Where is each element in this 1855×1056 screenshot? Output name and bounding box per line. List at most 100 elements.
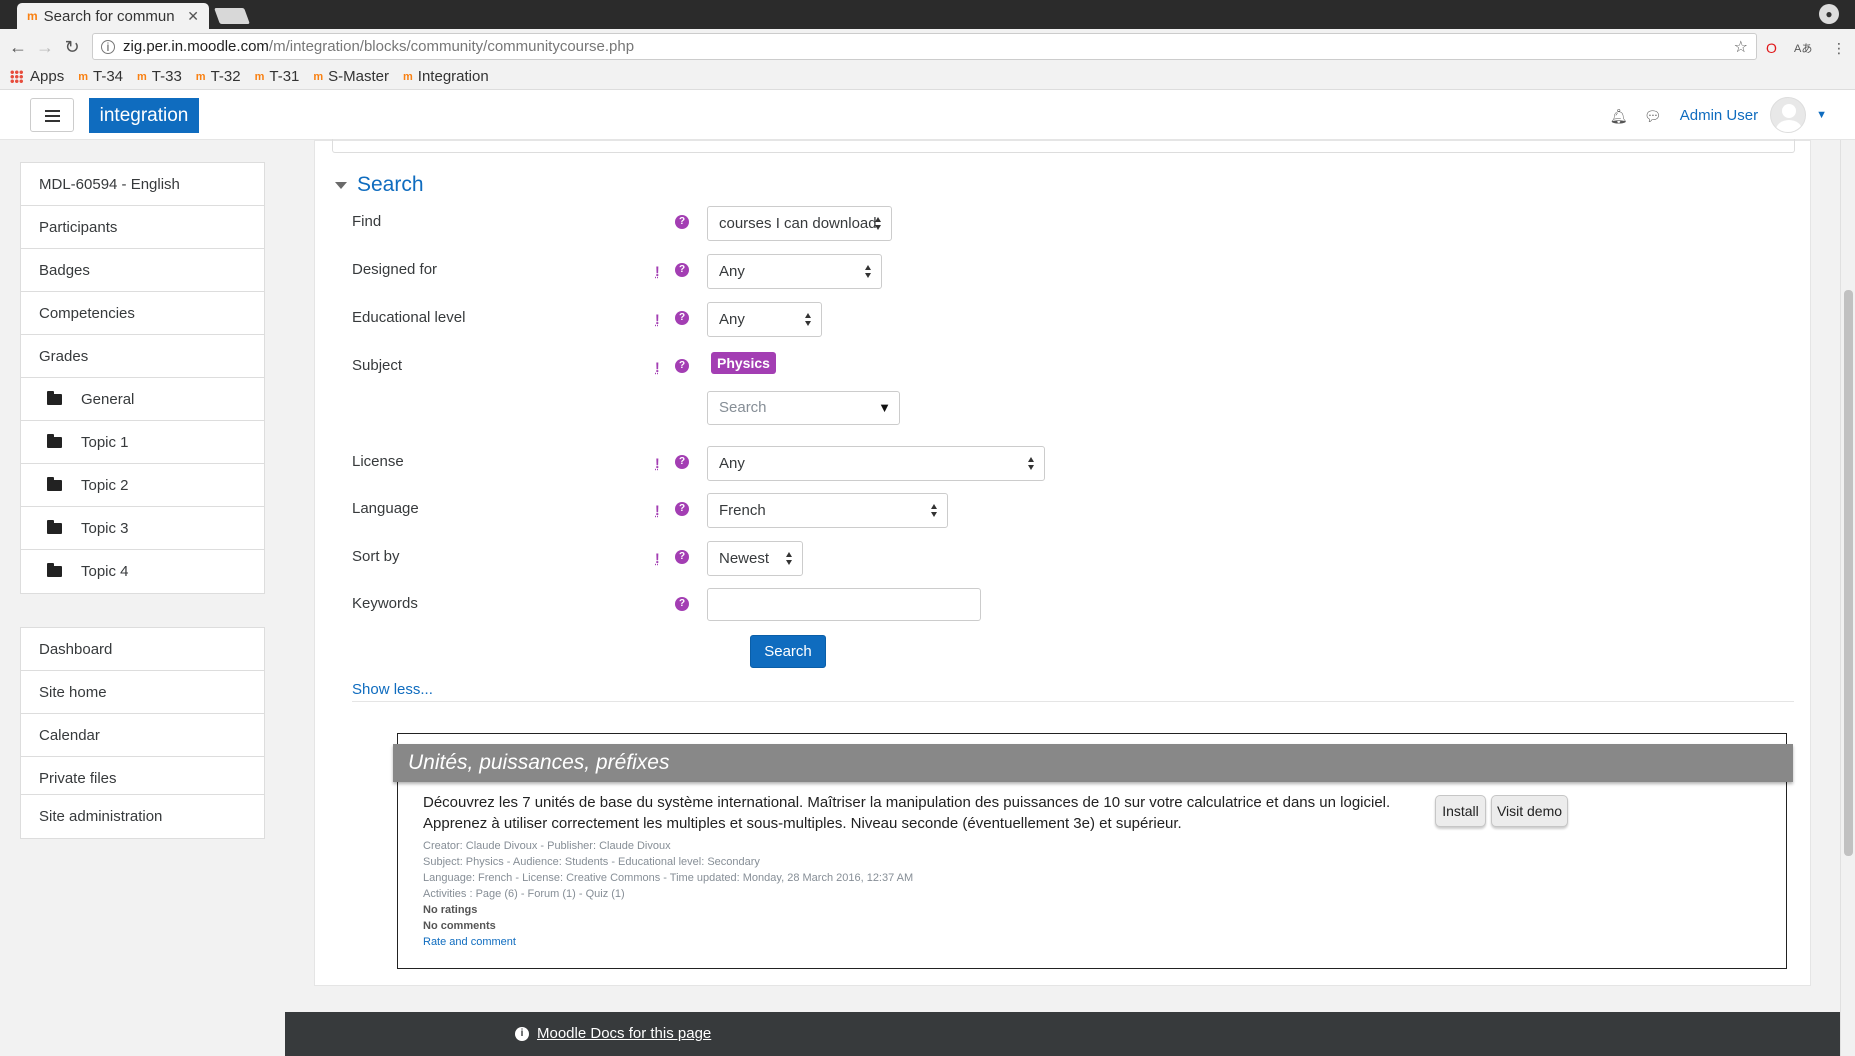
page-scrollbar[interactable] [1840,140,1855,1056]
tab-title: Search for commun [43,7,175,25]
bookmark-label: T-34 [92,68,123,85]
scrollbar-thumb[interactable] [1844,290,1853,856]
sort-by-select[interactable]: Newest [707,541,803,576]
designed-for-select[interactable]: Any [707,254,882,289]
nav-item-site-administration[interactable]: Site administration [21,795,264,838]
description-line: Découvrez les 7 unités de base du systèm… [423,794,1391,811]
bookmark-t31[interactable]: m T-31 [255,68,300,85]
section-label: General [81,390,135,408]
back-icon[interactable]: ← [8,37,28,58]
advanced-field-icon: ! [655,550,660,566]
meta-language: Language: French - License: Creative Com… [423,872,914,884]
new-tab-button[interactable] [214,8,250,24]
chevron-down-icon[interactable]: ▼ [1816,109,1827,121]
browser-profile-icon[interactable]: ● [1819,4,1839,24]
user-name[interactable]: Admin User [1680,107,1758,124]
bookmark-label: Integration [417,68,489,85]
help-icon[interactable]: ? [675,311,689,325]
nav-item-section-topic2[interactable]: Topic 2 [21,464,264,507]
bookmark-t34[interactable]: m T-34 [78,68,123,85]
folder-icon [47,390,62,405]
chat-icon[interactable]: 💬︎ [1644,108,1662,124]
close-tab-icon[interactable]: ✕ [187,8,199,25]
nav-item-participants[interactable]: Participants [21,206,264,249]
content-card: Search Find ? courses I can download Des… [314,139,1811,986]
bookmark-s-master[interactable]: m S-Master [313,68,389,85]
folder-icon [47,433,62,448]
moodle-navbar: integration 🔔︎ 💬︎ Admin User ▼ [0,90,1855,140]
nav-item-badges[interactable]: Badges [21,249,264,292]
bookmark-t33[interactable]: m T-33 [137,68,182,85]
advanced-field-icon: ! [655,502,660,518]
help-icon[interactable]: ? [675,597,689,611]
site-nav: Dashboard Site home Calendar Private fil… [20,627,265,801]
browser-tab[interactable]: m Search for commun ✕ [17,3,209,29]
nav-item-site-home[interactable]: Site home [21,671,264,714]
moodle-bookmark-icon: m [254,70,265,83]
nav-item-dashboard[interactable]: Dashboard [21,628,264,671]
language-label: Language [352,500,419,517]
help-icon[interactable]: ? [675,263,689,277]
nav-item-section-topic1[interactable]: Topic 1 [21,421,264,464]
help-icon[interactable]: ? [675,215,689,229]
help-icon[interactable]: ? [675,502,689,516]
drawer-toggle-button[interactable] [30,98,74,132]
address-bar[interactable]: i zig.per.in.moodle.com/m/integration/bl… [92,33,1757,60]
keywords-input[interactable] [707,588,981,621]
sort-by-label: Sort by [352,548,400,565]
subject-tag-physics[interactable]: Physics [711,352,776,374]
nav-item-grades[interactable]: Grades [21,335,264,378]
dropdown-arrow-icon[interactable]: ▼ [878,392,891,424]
select-arrows-icon [805,313,812,327]
forward-icon[interactable]: → [35,37,55,58]
find-select[interactable]: courses I can download [707,206,892,241]
show-less-link[interactable]: Show less... [352,681,433,698]
license-select[interactable]: Any [707,446,1045,481]
nav-item-course[interactable]: MDL-60594 - English [21,163,264,206]
language-select[interactable]: French [707,493,948,528]
subject-search-autocomplete[interactable]: Search ▼ [707,391,900,425]
bookmark-t32[interactable]: m T-32 [196,68,241,85]
browser-menu-icon[interactable]: ⋮ [1832,40,1846,57]
keywords-row: Keywords ? [352,588,1652,635]
search-fieldset-legend[interactable]: Search [335,173,424,197]
bookmark-apps[interactable]: Apps [10,68,64,85]
educational-level-select[interactable]: Any [707,302,822,337]
help-icon[interactable]: ? [675,550,689,564]
help-icon[interactable]: ? [675,359,689,373]
nav-item-section-topic4[interactable]: Topic 4 [21,550,264,593]
nav-item-section-general[interactable]: General [21,378,264,421]
select-value: courses I can download [719,215,877,232]
help-icon[interactable]: ? [675,455,689,469]
search-button[interactable]: Search [750,635,826,668]
main-region: Search Find ? courses I can download Des… [285,139,1840,1056]
install-button[interactable]: Install [1435,795,1486,827]
keywords-label: Keywords [352,595,418,612]
bookmarks-bar: Apps m T-34 m T-33 m T-32 m T-31 m S-Master m… [0,64,1855,90]
bookmark-integration[interactable]: m Integration [403,68,489,85]
bookmark-star-icon[interactable]: ☆ [1734,37,1748,57]
bell-icon[interactable]: 🔔︎ [1610,108,1628,124]
divider [352,701,1794,702]
bookmark-label: T-33 [151,68,182,85]
nav-item-competencies[interactable]: Competencies [21,292,264,335]
site-info-icon[interactable]: i [101,39,115,54]
reload-icon[interactable]: ↻ [62,37,82,58]
section-label: Topic 4 [81,563,129,580]
avatar[interactable] [1770,97,1807,133]
url-path: /m/integration/blocks/community/communit… [268,38,635,55]
section-label: Topic 2 [81,476,129,494]
moodle-docs: i Moodle Docs for this page [515,1025,711,1042]
translate-extension-icon[interactable]: Aあ [1794,40,1812,56]
rate-and-comment-link[interactable]: Rate and comment [423,934,913,950]
site-brand[interactable]: integration [89,98,199,133]
opera-extension-icon[interactable]: O [1766,40,1777,56]
advanced-field-icon: ! [655,263,660,279]
license-row: License ! ? Any [352,446,1652,493]
visit-demo-button[interactable]: Visit demo [1491,795,1568,827]
moodle-docs-link[interactable]: Moodle Docs for this page [537,1025,711,1042]
nav-item-calendar[interactable]: Calendar [21,714,264,757]
nav-item-section-topic3[interactable]: Topic 3 [21,507,264,550]
advanced-field-icon: ! [655,455,660,471]
apps-grid-icon [10,70,23,83]
